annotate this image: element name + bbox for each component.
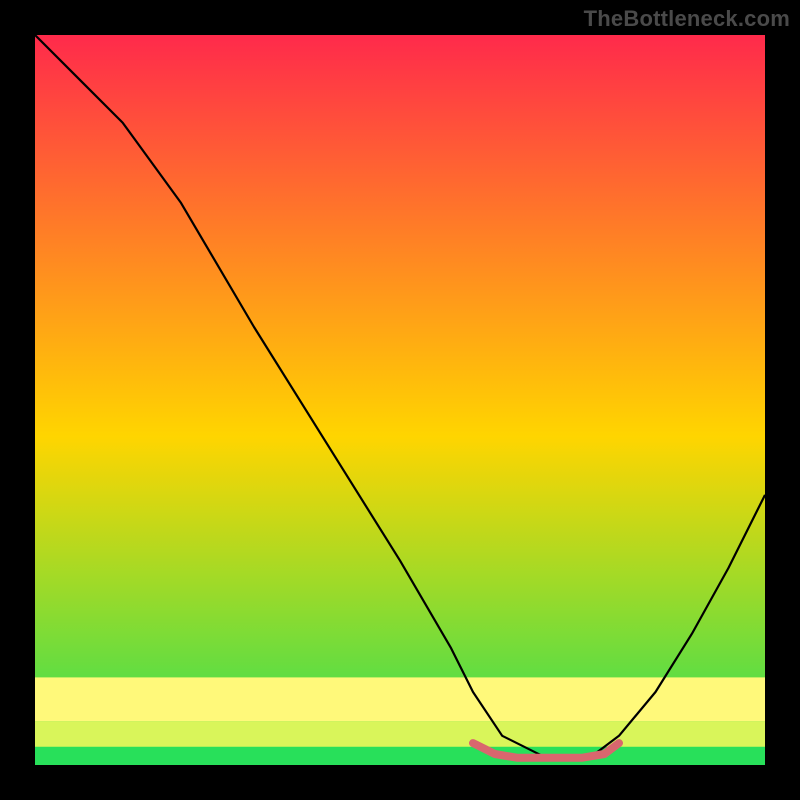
- chart-svg: [35, 35, 765, 765]
- bottom-band-1: [35, 721, 765, 747]
- gradient-bg: [35, 35, 765, 765]
- plot-area: [35, 35, 765, 765]
- bottom-band-2: [35, 677, 765, 721]
- chart-container: TheBottleneck.com: [0, 0, 800, 800]
- bottom-band-0: [35, 747, 765, 765]
- watermark-text: TheBottleneck.com: [584, 6, 790, 32]
